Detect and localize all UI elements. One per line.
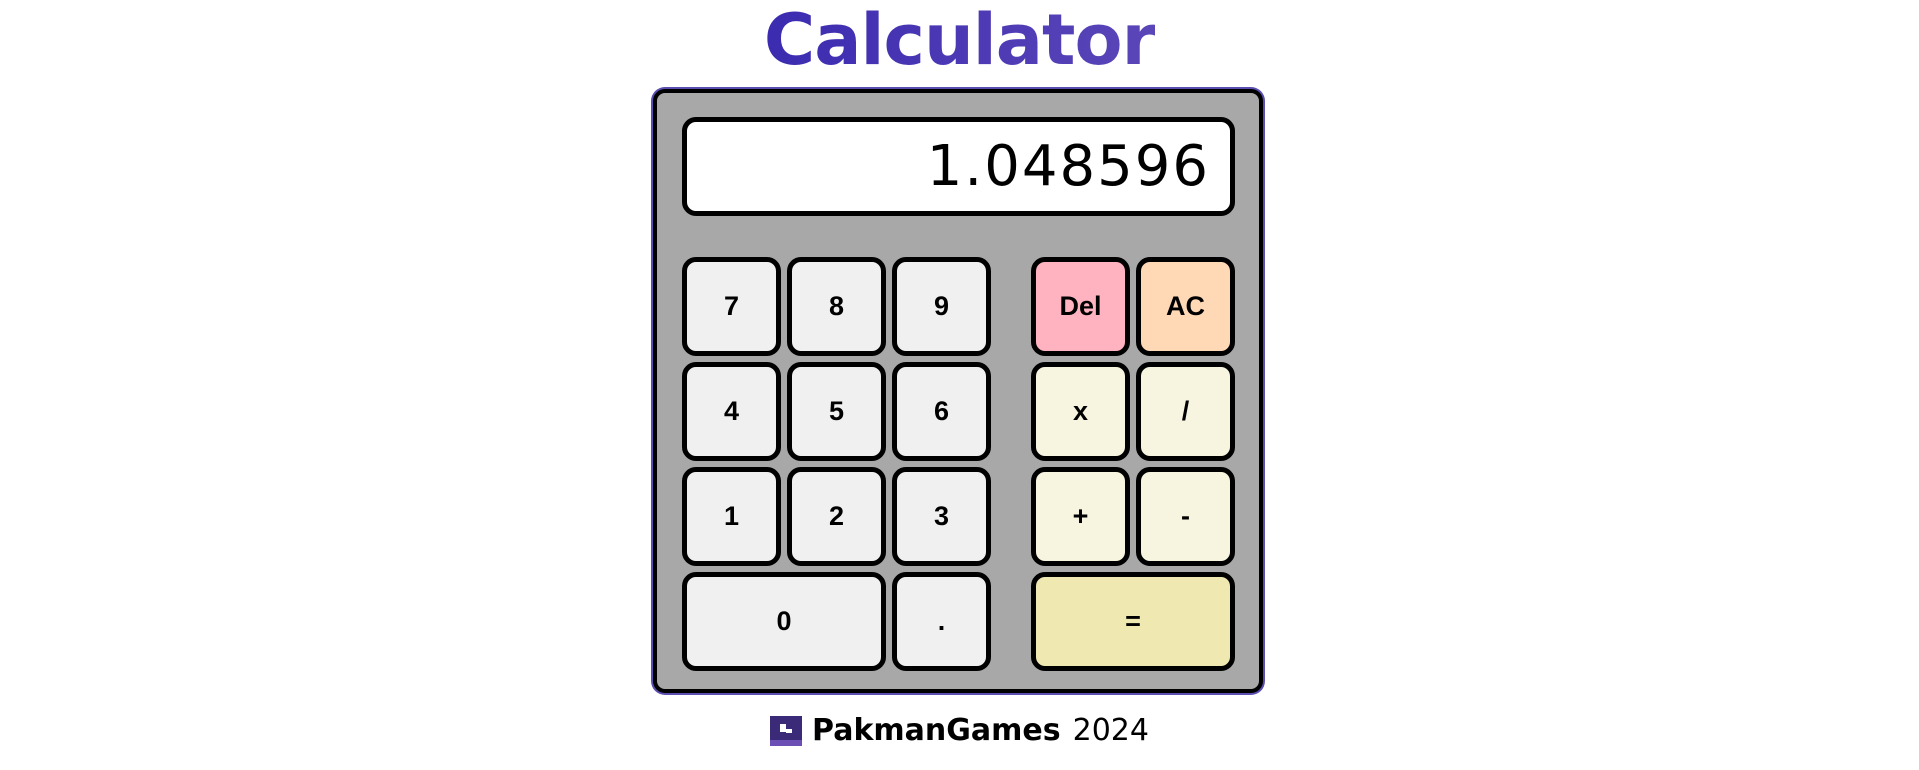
key-0[interactable]: 0 (682, 572, 886, 671)
key-4[interactable]: 4 (682, 362, 781, 461)
key-2[interactable]: 2 (787, 467, 886, 566)
calculator-display: 1.048596 (682, 117, 1235, 216)
key-7[interactable]: 7 (682, 257, 781, 356)
calculator-body: 1.048596 7 8 9 Del AC 4 5 6 x / 1 2 3 + … (653, 89, 1263, 693)
key-1[interactable]: 1 (682, 467, 781, 566)
key-6[interactable]: 6 (892, 362, 991, 461)
footer-brand: PakmanGames (812, 713, 1061, 748)
divide-button[interactable]: / (1136, 362, 1235, 461)
add-button[interactable]: + (1031, 467, 1130, 566)
delete-button[interactable]: Del (1031, 257, 1130, 356)
subtract-button[interactable]: - (1136, 467, 1235, 566)
equals-button[interactable]: = (1031, 572, 1235, 671)
footer: PakmanGames 2024 (0, 713, 1919, 748)
key-3[interactable]: 3 (892, 467, 991, 566)
key-5[interactable]: 5 (787, 362, 886, 461)
pakman-logo-icon (770, 715, 803, 746)
key-8[interactable]: 8 (787, 257, 886, 356)
all-clear-button[interactable]: AC (1136, 257, 1235, 356)
page-title: Calculator (763, 0, 1156, 81)
decimal-button[interactable]: . (892, 572, 991, 671)
footer-year: 2024 (1072, 713, 1149, 748)
multiply-button[interactable]: x (1031, 362, 1130, 461)
key-9[interactable]: 9 (892, 257, 991, 356)
